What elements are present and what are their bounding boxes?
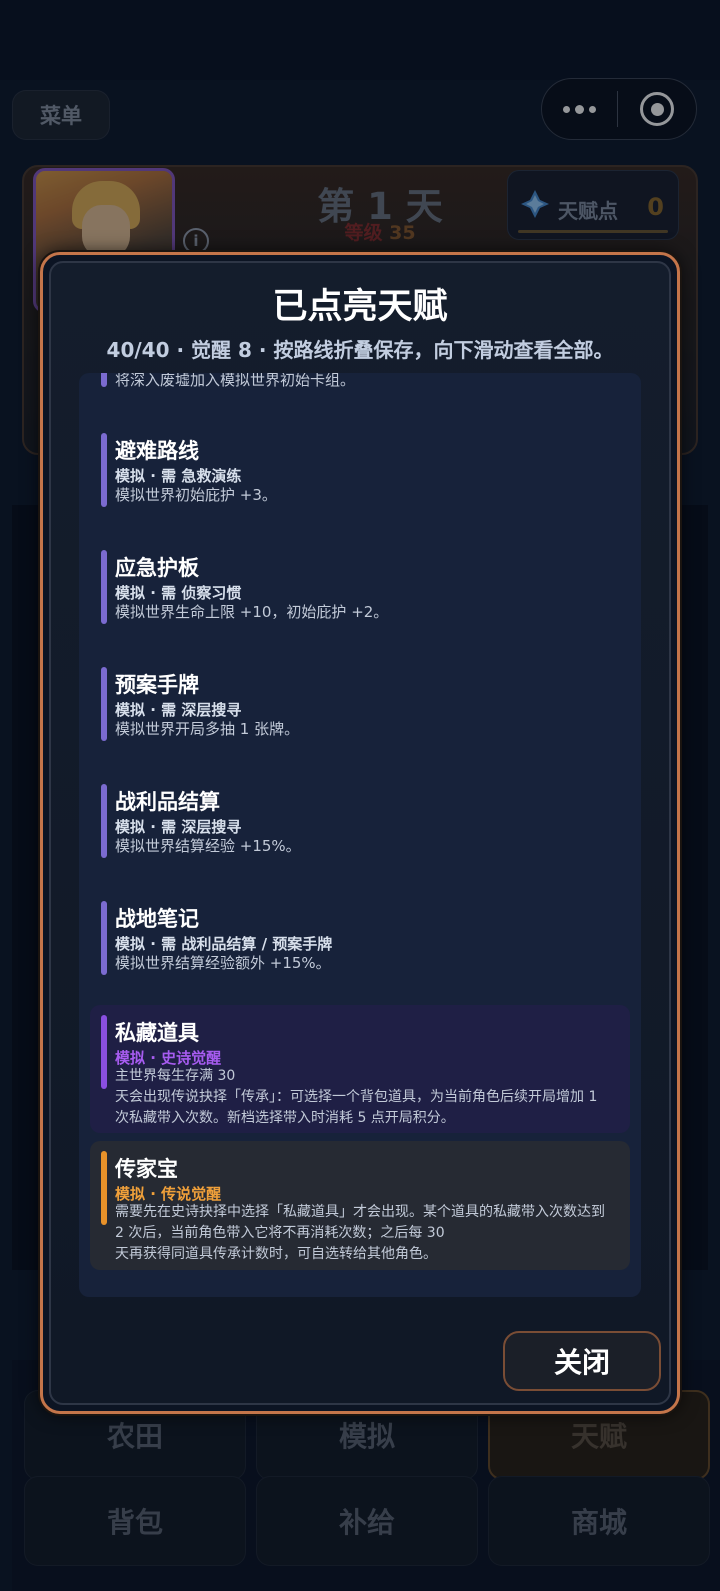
talent-name: 应急护板 — [115, 556, 199, 580]
talent-item: 战地笔记 模拟 · 需 战利品结算 / 预案手牌 模拟世界结算经验额外 +15%… — [79, 899, 641, 979]
talent-accent-bar — [101, 1015, 107, 1089]
talent-desc-line: 天再获得同道具传承计数时，可自选转给其他角色。 — [115, 1246, 437, 1262]
talent-desc: 模拟世界结算经验 +15%。 — [115, 837, 301, 855]
talent-requirement: 模拟 · 需 战利品结算 / 预案手牌 — [115, 935, 333, 953]
talent-name: 传家宝 — [115, 1157, 178, 1181]
talent-accent-bar — [101, 373, 107, 387]
close-button[interactable]: 关闭 — [503, 1331, 661, 1391]
talent-list[interactable]: 将深入废墟加入模拟世界初始卡组。 避难路线 模拟 · 需 急救演练 模拟世界初始… — [79, 373, 641, 1297]
talent-accent-bar — [101, 550, 107, 624]
talent-desc-line: 天会出现传说抉择「传承」：可选择一个背包道具，为当前角色后续开局增加 1 次私藏… — [115, 1089, 598, 1126]
talent-item-epic: 私藏道具 模拟 · 史诗觉醒 主世界每生存满 30 天会出现传说抉择「传承」：可… — [90, 1005, 630, 1133]
talent-name: 战利品结算 — [115, 790, 220, 814]
talent-requirement: 模拟 · 史诗觉醒 — [115, 1049, 222, 1067]
talent-accent-bar — [101, 1151, 107, 1225]
talent-item: 预案手牌 模拟 · 需 深层搜寻 模拟世界开局多抽 1 张牌。 — [79, 665, 641, 745]
talent-requirement: 模拟 · 需 急救演练 — [115, 467, 242, 485]
modal-title: 已点亮天赋 — [272, 287, 448, 327]
talent-desc-line: 主世界每生存满 30 — [115, 1068, 236, 1084]
talent-item: 应急护板 模拟 · 需 侦察习惯 模拟世界生命上限 +10，初始庇护 +2。 — [79, 548, 641, 628]
talent-name: 预案手牌 — [115, 673, 199, 697]
talent-item-legend: 传家宝 模拟 · 传说觉醒 需要先在史诗抉择中选择「私藏道具」才会出现。某个道具… — [90, 1141, 630, 1270]
talent-desc: 主世界每生存满 30 天会出现传说抉择「传承」：可选择一个背包道具，为当前角色后… — [115, 1066, 612, 1129]
talent-item: 战利品结算 模拟 · 需 深层搜寻 模拟世界结算经验 +15%。 — [79, 782, 641, 862]
talent-requirement: 模拟 · 传说觉醒 — [115, 1185, 222, 1203]
talent-item: 避难路线 模拟 · 需 急救演练 模拟世界初始庇护 +3。 — [79, 431, 641, 511]
talent-desc-line: 需要先在史诗抉择中选择「私藏道具」才会出现。某个道具的私藏带入次数达到 2 次后… — [115, 1204, 605, 1241]
talent-desc: 模拟世界开局多抽 1 张牌。 — [115, 720, 300, 738]
talent-accent-bar — [101, 667, 107, 741]
talent-desc: 将深入废墟加入模拟世界初始卡组。 — [115, 373, 356, 389]
talent-item: 将深入废墟加入模拟世界初始卡组。 — [79, 373, 641, 403]
talent-desc: 需要先在史诗抉择中选择「私藏道具」才会出现。某个道具的私藏带入次数达到 2 次后… — [115, 1202, 612, 1265]
talent-desc: 模拟世界生命上限 +10，初始庇护 +2。 — [115, 603, 389, 621]
modal-subtitle: 40/40 · 觉醒 8 · 按路线折叠保存，向下滑动查看全部。 — [106, 338, 614, 362]
talent-name: 私藏道具 — [115, 1021, 199, 1045]
talent-desc: 模拟世界结算经验额外 +15%。 — [115, 954, 331, 972]
talent-requirement: 模拟 · 需 深层搜寻 — [115, 701, 242, 719]
talent-name: 战地笔记 — [115, 907, 199, 931]
talent-accent-bar — [101, 784, 107, 858]
talent-requirement: 模拟 · 需 侦察习惯 — [115, 584, 242, 602]
talent-name: 避难路线 — [115, 439, 199, 463]
talent-accent-bar — [101, 901, 107, 975]
talent-accent-bar — [101, 433, 107, 507]
talent-desc: 模拟世界初始庇护 +3。 — [115, 486, 277, 504]
talent-requirement: 模拟 · 需 深层搜寻 — [115, 818, 242, 836]
